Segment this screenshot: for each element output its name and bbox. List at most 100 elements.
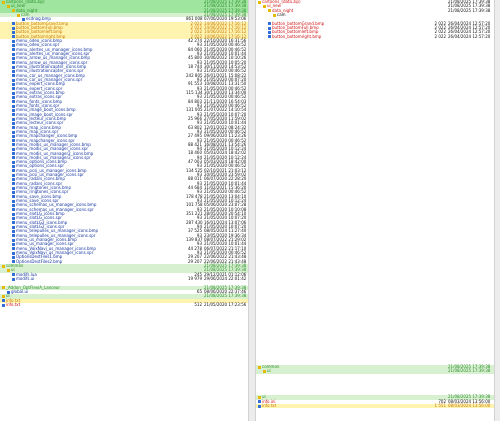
entry-label: modifs.ui bbox=[16, 276, 35, 282]
file-icon bbox=[2, 303, 5, 307]
folder-icon bbox=[263, 4, 266, 8]
file-icon bbox=[12, 186, 15, 190]
right-scrollbar[interactable] bbox=[494, 0, 500, 421]
entry-label: cam bbox=[277, 12, 286, 17]
file-icon bbox=[12, 52, 15, 56]
file-icon bbox=[12, 217, 15, 221]
entry-label: info.txt bbox=[262, 402, 277, 408]
file-icon bbox=[12, 82, 15, 86]
file-row[interactable]: info.txt 512 21/05/2020 17:23:56 bbox=[0, 301, 248, 307]
folder-icon bbox=[2, 0, 5, 4]
file-icon bbox=[12, 182, 15, 186]
file-icon bbox=[12, 130, 15, 134]
file-icon bbox=[12, 204, 15, 208]
folder-icon bbox=[17, 13, 20, 17]
entry-label: button_bottomright.bmp bbox=[272, 33, 322, 39]
file-icon bbox=[268, 26, 271, 30]
file-icon bbox=[12, 30, 15, 34]
folder-row[interactable]: ui 21/08/2025 17:39:38 bbox=[256, 368, 500, 374]
file-icon bbox=[12, 221, 15, 225]
entry-date: 29/06/2024 22:01:42 bbox=[204, 276, 247, 281]
entry-name: ui bbox=[256, 369, 271, 373]
file-icon bbox=[12, 156, 15, 160]
file-icon bbox=[12, 212, 15, 216]
file-icon bbox=[12, 225, 15, 229]
file-icon bbox=[12, 173, 15, 177]
entry-date: 08/03/2024 13:56:00 bbox=[448, 402, 491, 408]
file-icon bbox=[12, 234, 15, 238]
file-row[interactable]: info.txt 1 551 08/03/2024 13:56:00 bbox=[256, 402, 500, 409]
file-icon bbox=[268, 35, 271, 39]
entry-size: 1 551 bbox=[434, 402, 446, 408]
folder-icon bbox=[268, 9, 271, 13]
folder-icon bbox=[258, 0, 261, 4]
entry-date: 21/08/2025 17:39:38 bbox=[448, 368, 491, 374]
file-icon bbox=[12, 243, 15, 247]
file-icon bbox=[12, 147, 15, 151]
file-icon bbox=[12, 256, 15, 260]
file-icon bbox=[12, 134, 15, 138]
file-icon bbox=[12, 43, 15, 47]
entry-date: 26/04/2024 12:57:20 bbox=[448, 33, 491, 39]
entry-size: 2 022 bbox=[434, 33, 446, 39]
file-icon bbox=[12, 56, 15, 60]
file-icon bbox=[258, 400, 261, 404]
folder-icon bbox=[258, 365, 261, 369]
file-icon bbox=[12, 39, 15, 43]
file-icon bbox=[12, 160, 15, 164]
file-row[interactable]: button_bottomright.bmp 2 022 26/04/2024 12… bbox=[256, 33, 500, 39]
right-bottom-rows: common 21/08/2025 17:39:38 ui 21/08/2025 17… bbox=[256, 364, 500, 409]
entry-name: modifs.ui bbox=[0, 276, 35, 282]
entry-name: button_bottomright.bmp bbox=[256, 33, 322, 39]
file-icon bbox=[268, 22, 271, 26]
file-icon bbox=[12, 35, 15, 39]
file-row[interactable]: modifs.ui 19 979 29/06/2024 22:01:42 bbox=[0, 276, 248, 282]
folder-icon bbox=[12, 9, 15, 13]
file-icon bbox=[12, 152, 15, 156]
file-icon bbox=[12, 247, 15, 251]
file-icon bbox=[12, 61, 15, 65]
file-icon bbox=[12, 78, 15, 82]
file-icon bbox=[12, 178, 15, 182]
folder-row[interactable]: cam bbox=[256, 12, 500, 17]
file-icon bbox=[12, 195, 15, 199]
folder-icon bbox=[2, 286, 5, 290]
file-icon bbox=[12, 48, 15, 52]
right-top-rows: cartoons_(data.zip) 21/08/2025 17:39:38 ui… bbox=[256, 0, 500, 39]
folder-icon bbox=[2, 294, 5, 298]
file-icon bbox=[12, 230, 15, 234]
file-icon bbox=[12, 22, 15, 26]
file-icon bbox=[12, 108, 15, 112]
file-icon bbox=[12, 95, 15, 99]
file-icon bbox=[12, 165, 15, 169]
entry-size: 512 bbox=[194, 301, 202, 307]
folder-icon bbox=[273, 13, 276, 17]
entry-label: ui bbox=[267, 368, 271, 374]
left-file-pane[interactable]: cartoons_(data.zip) 21/08/2025 17:39:38 ui… bbox=[0, 0, 248, 421]
file-icon bbox=[12, 251, 15, 255]
center-divider-strip[interactable] bbox=[248, 0, 256, 421]
file-icon bbox=[12, 104, 15, 108]
file-icon bbox=[12, 208, 15, 212]
file-icon bbox=[12, 126, 15, 130]
file-icon bbox=[12, 113, 15, 117]
file-icon bbox=[12, 91, 15, 95]
file-icon bbox=[12, 69, 15, 73]
file-icon bbox=[2, 299, 5, 303]
folder-icon bbox=[258, 395, 261, 399]
file-icon bbox=[12, 121, 15, 125]
file-icon bbox=[12, 139, 15, 143]
file-icon bbox=[12, 74, 15, 78]
entry-name: info.txt bbox=[256, 402, 277, 408]
file-icon bbox=[12, 169, 15, 173]
file-icon bbox=[12, 143, 15, 147]
entry-size: 19 979 bbox=[188, 276, 202, 281]
entry-date: 21/05/2020 17:23:56 bbox=[204, 301, 247, 307]
file-icon bbox=[12, 26, 15, 30]
folder-icon bbox=[2, 264, 5, 268]
file-icon bbox=[12, 191, 15, 195]
right-file-pane[interactable]: cartoons_(data.zip) 21/08/2025 17:39:38 ui… bbox=[256, 0, 500, 421]
folder-icon bbox=[7, 4, 10, 8]
folder-icon bbox=[7, 269, 10, 272]
file-icon bbox=[12, 277, 15, 281]
